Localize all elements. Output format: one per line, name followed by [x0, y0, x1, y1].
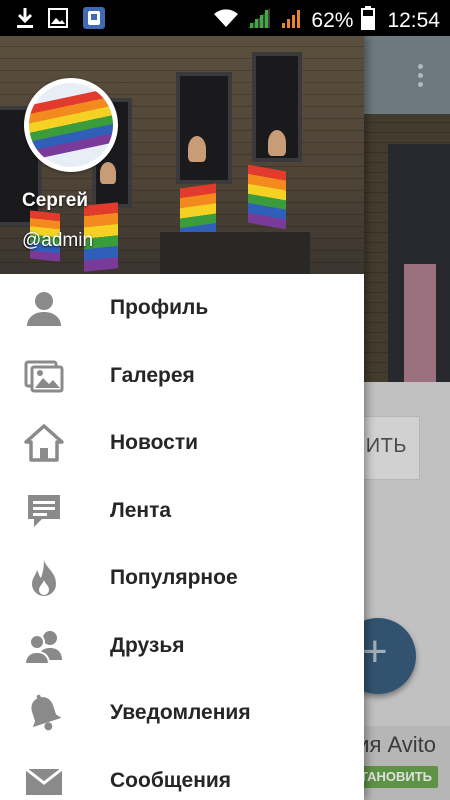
- person-icon: [24, 288, 64, 328]
- navigation-drawer: Сергей @admin Профиль Галерея Новости Ле…: [0, 36, 364, 800]
- header-photo-rainbow-flag: [248, 164, 286, 230]
- home-icon: [24, 423, 64, 463]
- signal-green-icon: [247, 7, 271, 34]
- menu-item-news[interactable]: Новости: [0, 409, 364, 477]
- menu-item-label: Друзья: [110, 633, 185, 657]
- header-photo-person: [100, 162, 116, 184]
- gallery-icon: [24, 356, 64, 396]
- drawer-header: Сергей @admin: [0, 36, 364, 274]
- signal-orange-icon: [279, 7, 303, 34]
- app-notification-icon: [82, 6, 106, 35]
- menu-item-profile[interactable]: Профиль: [0, 274, 364, 342]
- fire-icon: [24, 558, 64, 598]
- download-icon: [16, 7, 34, 34]
- menu-item-label: Уведомления: [110, 701, 251, 724]
- chat-bubble-icon: [24, 491, 64, 531]
- drawer-menu: Профиль Галерея Новости Лента Популярное…: [0, 274, 364, 800]
- image-icon: [48, 8, 68, 33]
- menu-item-label: Лента: [110, 498, 172, 522]
- mail-icon: [24, 761, 64, 800]
- rainbow-flag-avatar: [29, 87, 113, 161]
- friends-icon: [23, 626, 64, 666]
- menu-item-feed[interactable]: Лента: [0, 477, 364, 545]
- bell-icon: [24, 693, 64, 733]
- header-photo-window: [176, 72, 232, 184]
- user-handle: @admin: [22, 230, 94, 251]
- header-photo-person: [188, 136, 206, 162]
- menu-item-label: Популярное: [110, 566, 238, 589]
- menu-item-label: Сообщения: [110, 768, 232, 792]
- battery-percent: 62%: [311, 8, 354, 32]
- user-name: Сергей: [22, 190, 89, 211]
- menu-item-label: Профиль: [110, 296, 209, 319]
- menu-item-popular[interactable]: Популярное: [0, 544, 364, 612]
- status-bar: 62% 12:54: [0, 0, 450, 36]
- menu-item-label: Новости: [110, 431, 199, 454]
- menu-item-friends[interactable]: Друзья: [0, 612, 364, 680]
- clock: 12:54: [387, 8, 440, 32]
- avatar[interactable]: [24, 78, 118, 172]
- battery-icon: [361, 6, 376, 35]
- avatar-image: [29, 83, 113, 167]
- menu-item-label: Галерея: [110, 363, 195, 387]
- wifi-icon: [213, 8, 239, 33]
- header-photo-ledge: [160, 232, 310, 274]
- menu-item-messages[interactable]: Сообщения: [0, 747, 364, 800]
- header-photo-person: [268, 130, 286, 156]
- menu-item-gallery[interactable]: Галерея: [0, 342, 364, 410]
- menu-item-notifications[interactable]: Уведомления: [0, 679, 364, 747]
